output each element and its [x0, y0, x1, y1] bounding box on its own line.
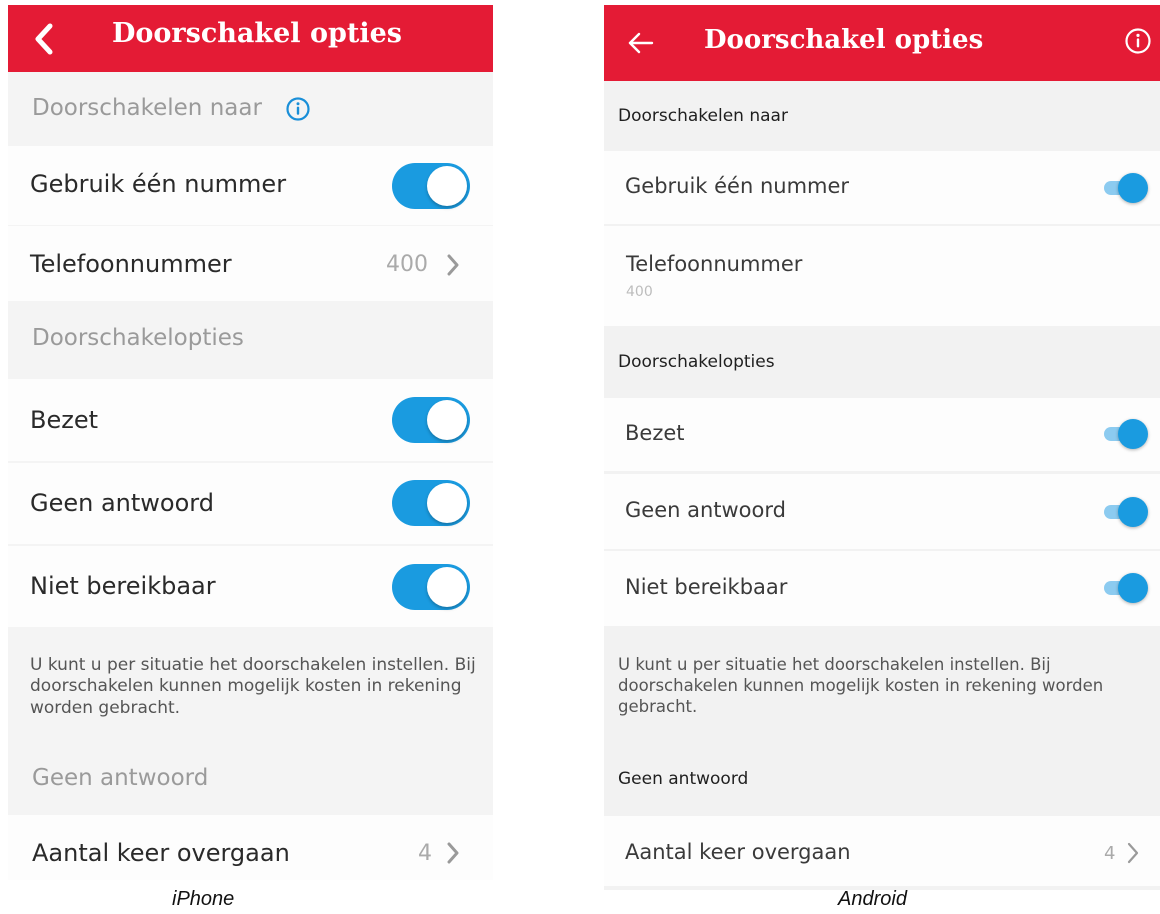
- ring-count-label: Aantal keer overgaan: [625, 840, 851, 864]
- unreachable-row[interactable]: Niet bereikbaar: [8, 546, 493, 627]
- unreachable-toggle[interactable]: [392, 564, 470, 610]
- no-answer-toggle[interactable]: [392, 480, 470, 526]
- unreachable-label: Niet bereikbaar: [625, 575, 788, 599]
- use-one-number-label: Gebruik één nummer: [30, 170, 287, 198]
- ios-app-bar: Doorschakel opties: [8, 5, 493, 72]
- android-screen: Doorschakel opties Doorschakelen naar Ge…: [604, 5, 1160, 890]
- no-answer-row[interactable]: Geen antwoord: [604, 474, 1160, 549]
- section-options: Doorschakelopties: [604, 326, 1160, 398]
- no-answer-label: Geen antwoord: [30, 489, 214, 517]
- ring-count-row[interactable]: Aantal keer overgaan 4: [604, 816, 1160, 886]
- unreachable-row[interactable]: Niet bereikbaar: [604, 551, 1160, 626]
- section-label: Doorschakelopties: [618, 352, 775, 372]
- section-label: Doorschakelen naar: [618, 106, 788, 126]
- section-no-answer: Geen antwoord: [8, 745, 493, 815]
- busy-row[interactable]: Bezet: [604, 398, 1160, 471]
- info-circle-icon[interactable]: [286, 97, 310, 121]
- section-label: Geen antwoord: [32, 765, 209, 791]
- iphone-screen: Doorschakel opties Doorschakelen naar Ge…: [8, 5, 493, 880]
- section-label: Doorschakelen naar: [32, 95, 262, 121]
- chevron-right-icon: [447, 254, 459, 276]
- busy-toggle[interactable]: [392, 397, 470, 443]
- ring-count-row[interactable]: Aantal keer overgaan 4: [8, 815, 493, 880]
- chevron-right-icon: [447, 842, 459, 864]
- info-circle-icon[interactable]: [1124, 27, 1152, 55]
- phone-number-row[interactable]: Telefoonnummer 400: [8, 226, 493, 301]
- android-caption: Android: [838, 888, 907, 910]
- phone-number-value: 400: [626, 284, 653, 300]
- iphone-caption: iPhone: [172, 888, 235, 910]
- back-chevron-icon[interactable]: [28, 21, 60, 57]
- phone-number-label: Telefoonnummer: [30, 250, 232, 278]
- phone-number-value: 400: [386, 252, 428, 277]
- unreachable-label: Niet bereikbaar: [30, 572, 216, 600]
- ring-count-label: Aantal keer overgaan: [32, 839, 290, 867]
- back-arrow-icon[interactable]: [626, 30, 656, 56]
- page-title: Doorschakel opties: [112, 18, 402, 49]
- section-no-answer: Geen antwoord: [604, 744, 1160, 816]
- use-one-number-label: Gebruik één nummer: [625, 174, 850, 198]
- phone-number-label: Telefoonnummer: [626, 252, 803, 276]
- forwarding-info-text: U kunt u per situatie het doorschakelen …: [618, 655, 1104, 716]
- section-label: Doorschakelopties: [32, 325, 244, 351]
- no-answer-row[interactable]: Geen antwoord: [8, 463, 493, 544]
- section-forward-to: Doorschakelen naar: [8, 72, 493, 146]
- busy-switch[interactable]: [1104, 419, 1148, 449]
- page-title: Doorschakel opties: [704, 25, 984, 55]
- section-options: Doorschakelopties: [8, 301, 493, 379]
- phone-number-row[interactable]: Telefoonnummer 400: [604, 226, 1160, 326]
- use-one-number-toggle[interactable]: [392, 163, 470, 209]
- section-forward-to: Doorschakelen naar: [604, 81, 1160, 151]
- forwarding-info-text: U kunt u per situatie het doorschakelen …: [30, 655, 476, 718]
- android-app-bar: Doorschakel opties: [604, 5, 1160, 81]
- use-one-number-row[interactable]: Gebruik één nummer: [604, 151, 1160, 224]
- unreachable-switch[interactable]: [1104, 573, 1148, 603]
- ring-count-value: 4: [1104, 843, 1116, 864]
- busy-label: Bezet: [625, 421, 685, 445]
- use-one-number-switch[interactable]: [1104, 173, 1148, 203]
- ring-count-value: 4: [418, 841, 432, 866]
- no-answer-label: Geen antwoord: [625, 498, 786, 522]
- use-one-number-row[interactable]: Gebruik één nummer: [8, 146, 493, 225]
- chevron-right-icon: [1127, 842, 1139, 864]
- section-label: Geen antwoord: [618, 769, 749, 789]
- no-answer-switch[interactable]: [1104, 497, 1148, 527]
- busy-row[interactable]: Bezet: [8, 379, 493, 461]
- busy-label: Bezet: [30, 406, 99, 434]
